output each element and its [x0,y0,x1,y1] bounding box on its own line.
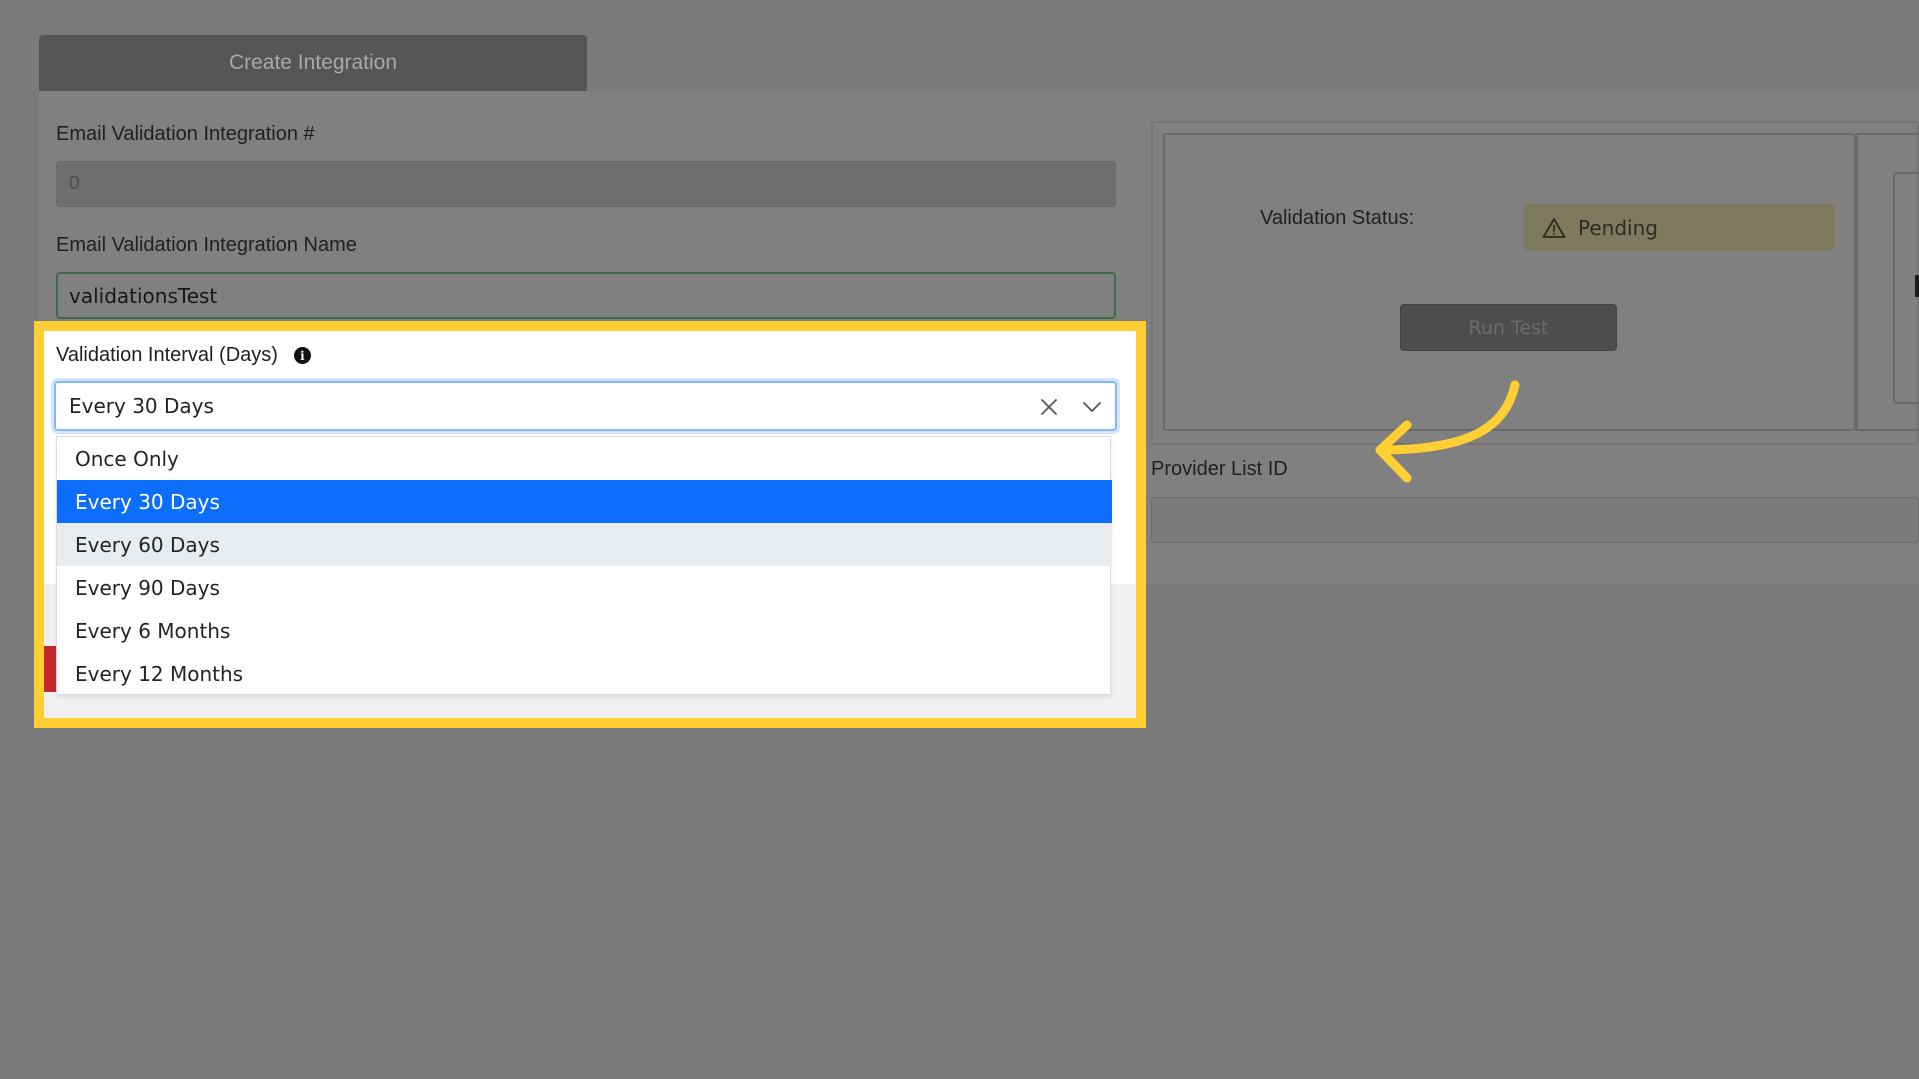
option-label: Every 90 Days [75,575,220,600]
chevron-down-icon[interactable] [1080,395,1104,419]
integration-name-label: Email Validation Integration Name [56,234,357,256]
side-card-marker [1915,275,1919,297]
status-badge: Pending [1524,204,1835,251]
option-label: Every 30 Days [75,489,220,514]
dropdown-option-every-12-months[interactable]: Every 12 Months [57,652,1112,695]
provider-list-id-input[interactable] [1151,497,1919,543]
run-test-label: Run Test [1468,316,1549,339]
dropdown-option-every-6-months[interactable]: Every 6 Months [57,609,1112,652]
validation-interval-selected-value: Every 30 Days [69,394,214,418]
error-indicator-bar [44,646,56,692]
validation-status-label: Validation Status: [1260,207,1415,229]
dropdown-option-every-90-days[interactable]: Every 90 Days [57,566,1112,609]
dropdown-option-every-60-days[interactable]: Every 60 Days [57,523,1112,566]
info-circle-icon[interactable]: i [293,347,311,364]
pointer-arrow-icon [1375,380,1520,483]
status-badge-text: Pending [1578,215,1658,240]
integration-name-value: validationsTest [69,283,218,308]
validation-interval-label: Validation Interval (Days) [56,344,278,366]
tab-create-integration[interactable]: Create Integration [39,35,587,91]
clear-icon[interactable] [1037,395,1061,419]
validation-interval-label-row: Validation Interval (Days) i [56,344,311,367]
warning-triangle-icon [1542,217,1566,238]
integration-number-label: Email Validation Integration # [56,123,315,145]
option-label: Once Only [75,446,179,471]
integration-number-input[interactable]: 0 [56,161,1116,207]
dropdown-option-once-only[interactable]: Once Only [57,437,1112,480]
provider-list-id-label: Provider List ID [1151,458,1288,480]
option-label: Every 12 Months [75,661,244,686]
integration-name-input[interactable]: validationsTest [56,272,1116,319]
validation-interval-select[interactable]: Every 30 Days [54,381,1117,431]
integration-number-value: 0 [69,173,80,194]
option-label: Every 6 Months [75,618,231,643]
dropdown-option-every-30-days[interactable]: Every 30 Days [57,480,1112,523]
validation-interval-dropdown: Once Only Every 30 Days Every 60 Days Ev… [56,436,1112,695]
run-test-button[interactable]: Run Test [1400,304,1617,351]
tab-label: Create Integration [228,51,398,74]
option-label: Every 60 Days [75,532,220,557]
